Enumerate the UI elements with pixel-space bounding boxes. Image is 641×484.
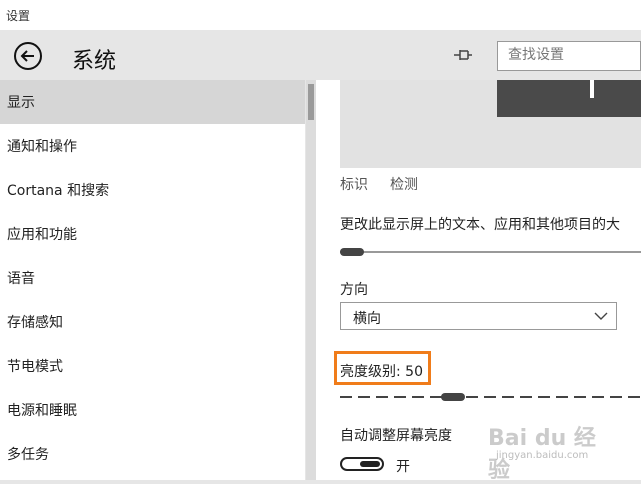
- slider-tick: [502, 396, 514, 398]
- slider-tick: [412, 396, 424, 398]
- search-input[interactable]: [498, 42, 638, 68]
- scale-slider-track[interactable]: [340, 251, 641, 253]
- slider-tick: [340, 396, 352, 398]
- brightness-highlight-box: [334, 351, 431, 385]
- slider-tick: [556, 396, 568, 398]
- sidebar-item-label: 显示: [7, 95, 35, 111]
- scrollbar-thumb[interactable]: [308, 84, 314, 120]
- sidebar-item-storage[interactable]: 存储感知: [0, 300, 305, 344]
- page-title: 系统: [72, 49, 117, 74]
- sidebar-item-notifications[interactable]: 通知和操作: [0, 124, 305, 168]
- orientation-value: 横向: [353, 311, 381, 327]
- page-header: 系统: [0, 30, 641, 80]
- monitor-icon[interactable]: [497, 80, 641, 117]
- auto-brightness-toggle[interactable]: [340, 457, 384, 471]
- orientation-label: 方向: [340, 282, 368, 298]
- sidebar-item-label: 通知和操作: [7, 139, 77, 155]
- auto-brightness-label: 自动调整屏幕亮度: [340, 428, 452, 444]
- brightness-slider-track[interactable]: [340, 396, 641, 400]
- slider-tick: [538, 396, 550, 398]
- slider-tick: [592, 396, 604, 398]
- sidebar-item-power-sleep[interactable]: 电源和睡眠: [0, 388, 305, 432]
- sidebar-item-label: Cortana 和搜索: [7, 183, 110, 199]
- auto-brightness-state: 开: [396, 459, 410, 475]
- sidebar-item-battery-saver[interactable]: 节电模式: [0, 344, 305, 388]
- watermark-sub: jingyan.baidu.com: [496, 450, 589, 461]
- sidebar-item-label: 电源和睡眠: [7, 403, 77, 419]
- arrow-left-icon: [20, 50, 34, 62]
- slider-tick: [610, 396, 622, 398]
- sidebar-item-label: 存储感知: [7, 315, 63, 331]
- sidebar-item-display[interactable]: 显示: [0, 80, 305, 124]
- detect-link[interactable]: 检测: [390, 174, 418, 194]
- search-box[interactable]: [497, 41, 641, 71]
- scale-label: 更改此显示屏上的文本、应用和其他项目的大: [340, 217, 620, 233]
- back-button[interactable]: [14, 42, 42, 70]
- sidebar-scrollbar[interactable]: [306, 80, 316, 480]
- sidebar: 显示 通知和操作 Cortana 和搜索 应用和功能 语音 存储感知 节电模式 …: [0, 80, 316, 480]
- orientation-dropdown[interactable]: 横向: [340, 302, 617, 330]
- slider-tick: [358, 396, 370, 398]
- sidebar-item-label: 节电模式: [7, 359, 63, 375]
- window-titlebar: 设置: [0, 0, 641, 30]
- slider-tick: [628, 396, 640, 398]
- scale-slider-thumb[interactable]: [340, 248, 364, 256]
- brightness-slider-thumb[interactable]: [440, 393, 465, 401]
- sidebar-item-label: 语音: [7, 271, 35, 287]
- sidebar-list: 显示 通知和操作 Cortana 和搜索 应用和功能 语音 存储感知 节电模式 …: [0, 80, 305, 480]
- slider-tick: [394, 396, 406, 398]
- identify-link[interactable]: 标识: [340, 174, 368, 194]
- sidebar-item-apps[interactable]: 应用和功能: [0, 212, 305, 256]
- sidebar-item-multitasking[interactable]: 多任务: [0, 432, 305, 476]
- slider-tick: [484, 396, 496, 398]
- slider-tick: [466, 396, 478, 398]
- monitor-label-mark: [590, 80, 594, 98]
- monitor-preview: [340, 80, 641, 168]
- slider-tick: [520, 396, 532, 398]
- slider-tick: [376, 396, 388, 398]
- slider-tick: [574, 396, 586, 398]
- baidu-watermark: Bai du 经验 jingyan.baidu.com: [488, 420, 608, 483]
- sidebar-item-label: 多任务: [7, 447, 49, 463]
- sidebar-item-cortana[interactable]: Cortana 和搜索: [0, 168, 305, 212]
- sidebar-item-speech[interactable]: 语音: [0, 256, 305, 300]
- pin-icon[interactable]: [452, 45, 474, 65]
- window-title: 设置: [6, 9, 31, 23]
- toggle-knob: [360, 461, 380, 467]
- chevron-down-icon: [594, 312, 608, 320]
- sidebar-item-label: 应用和功能: [7, 227, 77, 243]
